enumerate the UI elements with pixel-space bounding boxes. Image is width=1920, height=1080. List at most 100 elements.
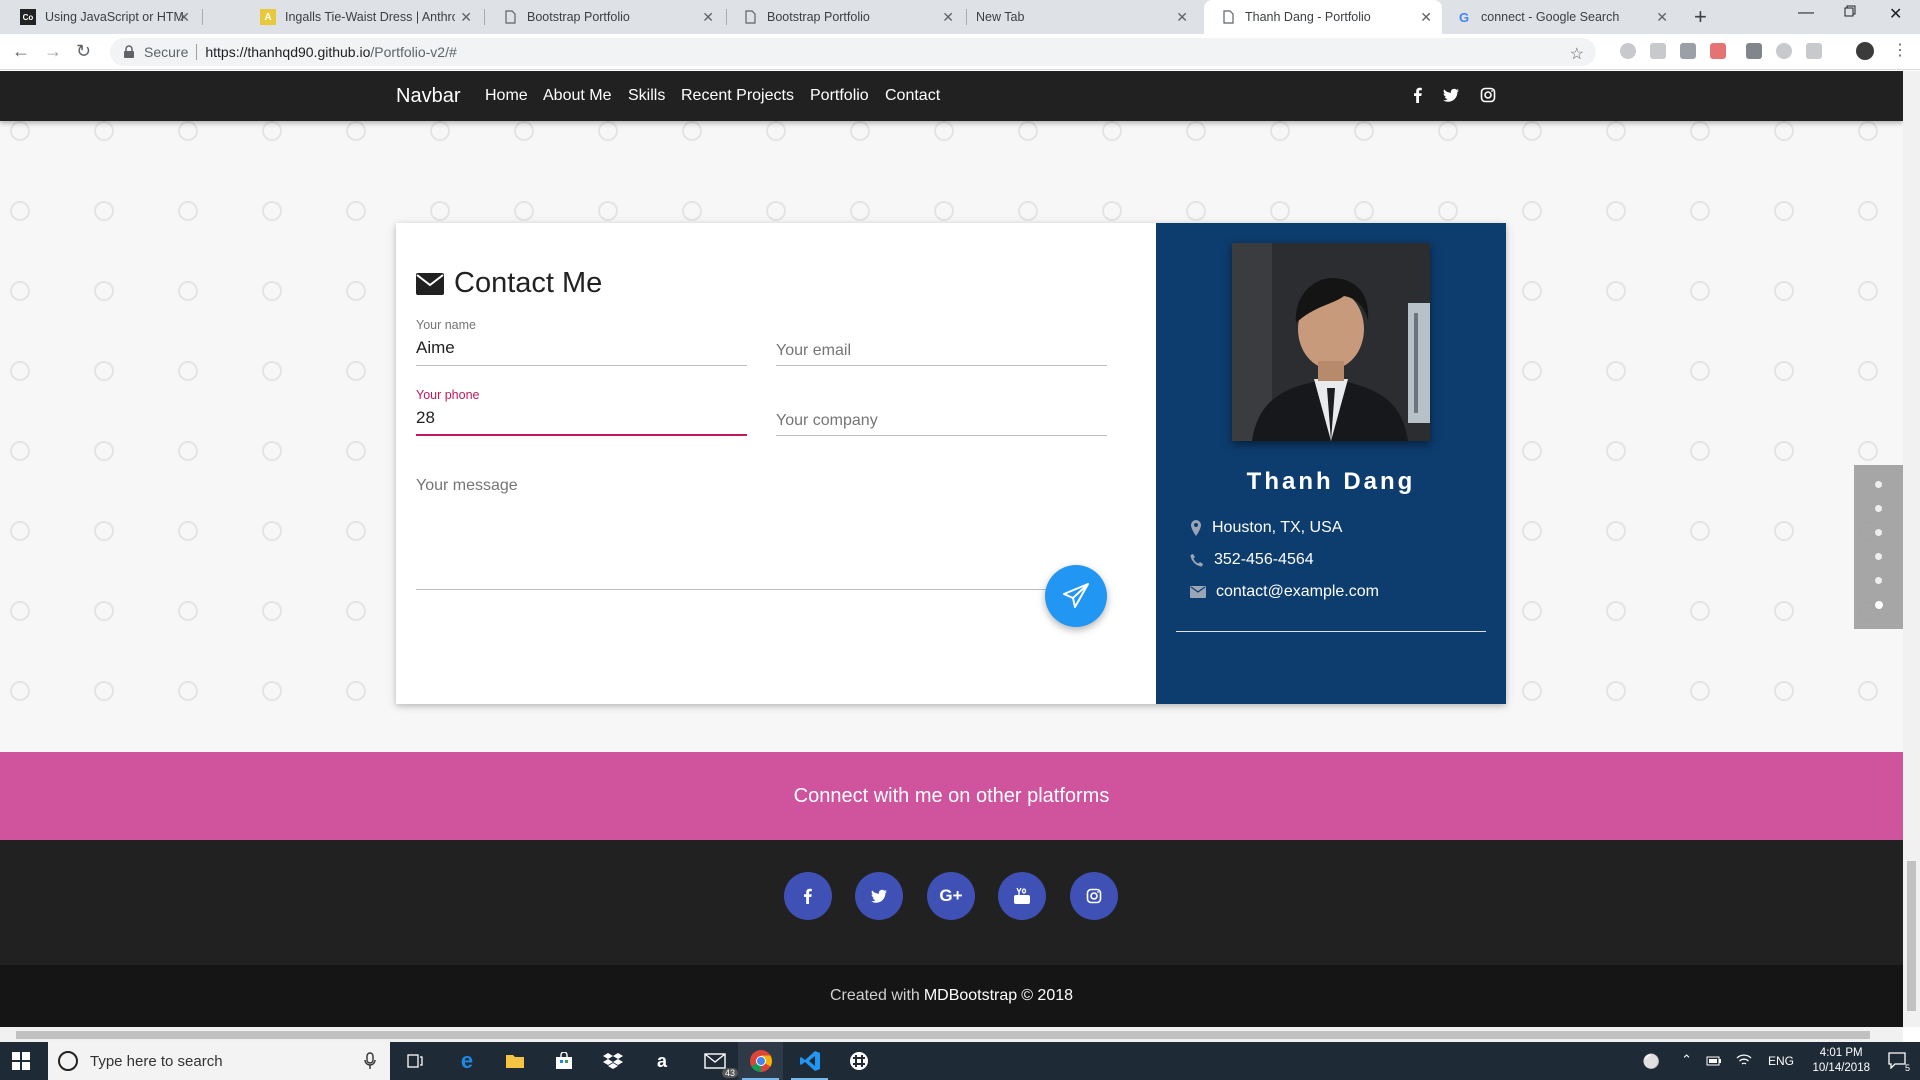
nav-link-about[interactable]: About Me <box>543 87 611 105</box>
edge-icon[interactable]: e <box>456 1048 478 1073</box>
close-tab-icon[interactable]: ✕ <box>1656 9 1668 25</box>
browser-tab[interactable]: New Tab ✕ <box>960 0 1198 34</box>
phone-input-value: 28 <box>416 408 435 427</box>
reload-icon[interactable]: ↻ <box>76 40 91 62</box>
scroll-thumb[interactable] <box>16 1031 1870 1039</box>
extension-icon[interactable] <box>1806 43 1822 59</box>
email-field[interactable]: Your email <box>776 318 1107 366</box>
section-dot[interactable] <box>1875 481 1882 488</box>
close-tab-icon[interactable]: ✕ <box>942 9 954 25</box>
dropbox-icon[interactable] <box>602 1050 624 1072</box>
taskbar-chrome[interactable] <box>738 1042 783 1080</box>
close-tab-icon[interactable]: ✕ <box>1420 9 1432 25</box>
section-dot[interactable] <box>1875 529 1882 536</box>
company-field[interactable]: Your company <box>776 388 1107 436</box>
envelope-icon <box>416 272 444 295</box>
bookmark-star-icon[interactable]: ☆ <box>1570 44 1584 64</box>
extension-icon[interactable] <box>1650 43 1666 59</box>
phone-icon <box>1190 554 1203 567</box>
nav-link-contact[interactable]: Contact <box>885 87 940 105</box>
browser-tab[interactable]: Co Using JavaScript or HTML to Targ ✕ <box>4 0 200 34</box>
windows-taskbar: Type here to search e a 43 ⚪ ⌃ ENG 4:01 … <box>0 1042 1920 1080</box>
horizontal-scrollbar[interactable] <box>0 1027 1903 1042</box>
site-favicon-icon: Co <box>20 9 36 25</box>
close-window-icon[interactable]: ✕ <box>1889 4 1902 24</box>
task-view-icon[interactable] <box>404 1050 426 1072</box>
map-marker-icon <box>1191 520 1201 536</box>
phone-label: Your phone <box>416 388 480 402</box>
minimize-icon[interactable]: — <box>1798 4 1814 22</box>
mail-icon[interactable]: 43 <box>698 1050 738 1078</box>
instagram-icon[interactable] <box>1480 87 1496 103</box>
close-tab-icon[interactable]: ✕ <box>460 9 472 25</box>
web-page: Navbar Home About Me Skills Recent Proje… <box>0 71 1903 1027</box>
profile-avatar[interactable] <box>1856 42 1874 60</box>
taskbar-search[interactable]: Type here to search <box>48 1042 390 1080</box>
footer-youtube-button[interactable] <box>998 872 1046 920</box>
browser-tab[interactable]: G connect - Google Search ✕ <box>1440 0 1678 34</box>
nav-link-skills[interactable]: Skills <box>628 87 665 105</box>
amazon-icon[interactable]: a <box>651 1050 673 1072</box>
navbar-brand[interactable]: Navbar <box>396 85 460 108</box>
close-tab-icon[interactable]: ✕ <box>1176 9 1188 25</box>
section-dot[interactable] <box>1875 553 1882 560</box>
clock[interactable]: 4:01 PM 10/14/2018 <box>1812 1046 1870 1076</box>
restore-icon[interactable] <box>1844 5 1856 17</box>
language-indicator[interactable]: ENG <box>1768 1054 1794 1068</box>
back-icon[interactable]: ← <box>12 40 30 62</box>
scroll-thumb[interactable] <box>1907 861 1916 1011</box>
file-explorer-icon[interactable] <box>504 1050 526 1072</box>
facebook-icon[interactable] <box>1410 87 1426 103</box>
taskbar-vscode[interactable] <box>787 1042 832 1080</box>
battery-icon[interactable] <box>1706 1055 1722 1067</box>
new-tab-icon[interactable]: + <box>1694 4 1707 30</box>
email-placeholder: Your email <box>776 342 852 359</box>
phone-field[interactable]: Your phone 28 <box>416 388 747 436</box>
mdbootstrap-link[interactable]: MDBootstrap <box>924 987 1017 1005</box>
section-dot[interactable] <box>1875 577 1882 584</box>
tab-title: Bootstrap Portfolio <box>767 10 870 24</box>
slack-icon[interactable] <box>848 1050 870 1072</box>
microphone-icon[interactable] <box>364 1052 376 1070</box>
close-tab-icon[interactable]: ✕ <box>178 9 190 25</box>
extension-icon[interactable] <box>1620 43 1636 59</box>
name-field[interactable]: Your name Aime <box>416 318 747 366</box>
send-button[interactable] <box>1045 565 1107 627</box>
browser-tab-bar: Co Using JavaScript or HTML to Targ ✕ A … <box>0 0 1920 34</box>
action-center-icon[interactable]: 5 <box>1888 1051 1910 1073</box>
address-bar[interactable]: Secure https://thanhqd90.github.io/Portf… <box>110 38 1596 66</box>
vertical-scrollbar[interactable] <box>1903 71 1920 1027</box>
nav-link-portfolio[interactable]: Portfolio <box>810 87 869 105</box>
footer-instagram-button[interactable] <box>1070 872 1118 920</box>
people-icon[interactable]: ⚪ <box>1643 1053 1660 1070</box>
windows-start-icon[interactable] <box>12 1052 30 1070</box>
close-tab-icon[interactable]: ✕ <box>702 9 714 25</box>
vscode-icon <box>800 1051 820 1071</box>
contact-card: Contact Me Your name Aime Your email You… <box>396 223 1506 704</box>
browser-tab[interactable]: Bootstrap Portfolio ✕ <box>726 0 964 34</box>
extension-icon[interactable] <box>1710 43 1726 59</box>
twitter-icon[interactable] <box>1443 87 1459 103</box>
menu-kebab-icon[interactable]: ⋮ <box>1892 40 1908 62</box>
wifi-icon[interactable] <box>1736 1053 1752 1067</box>
forward-icon[interactable]: → <box>44 40 62 62</box>
store-icon[interactable] <box>553 1050 575 1072</box>
browser-tab[interactable]: Bootstrap Portfolio ✕ <box>486 0 724 34</box>
footer-google-plus-button[interactable]: G+ <box>927 872 975 920</box>
youtube-icon <box>1014 887 1030 904</box>
copyright-suffix: © 2018 <box>1021 987 1074 1004</box>
browser-tab-active[interactable]: Thanh Dang - Portfolio ✕ <box>1204 0 1442 34</box>
chevron-up-icon[interactable]: ⌃ <box>1681 1052 1692 1068</box>
section-dot[interactable] <box>1875 505 1882 512</box>
extension-icon[interactable] <box>1746 43 1762 59</box>
footer-twitter-button[interactable] <box>855 872 903 920</box>
section-dot-active[interactable] <box>1875 601 1883 609</box>
extension-icon[interactable] <box>1680 43 1696 59</box>
message-field[interactable]: Your message <box>416 477 1092 590</box>
footer-facebook-button[interactable] <box>784 872 832 920</box>
nav-link-recent-projects[interactable]: Recent Projects <box>681 87 794 105</box>
browser-tab[interactable]: A Ingalls Tie-Waist Dress | Anthrop ✕ <box>244 0 482 34</box>
nav-link-home[interactable]: Home <box>485 87 528 105</box>
extension-icon[interactable] <box>1776 43 1792 59</box>
notification-count: 5 <box>1904 1063 1910 1073</box>
